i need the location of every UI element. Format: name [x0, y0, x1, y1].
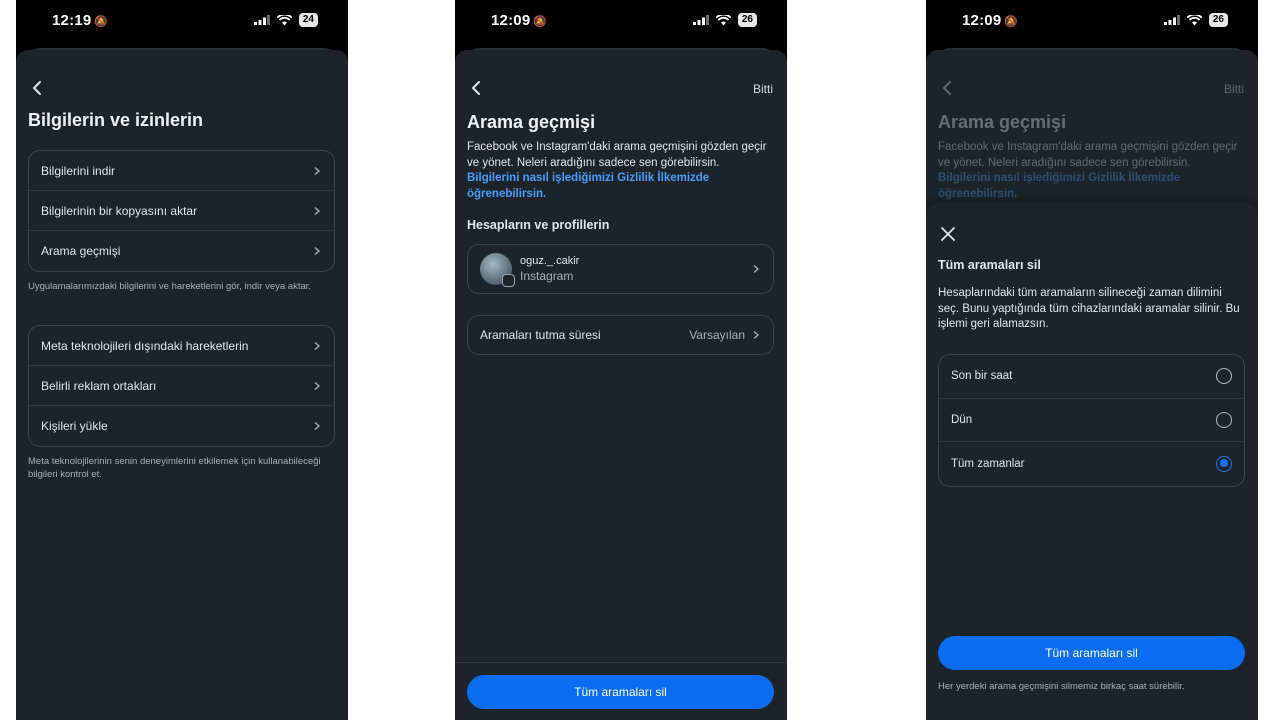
delete-all-searches-button[interactable]: Tüm aramaları sil [467, 675, 774, 709]
modal-title: Tüm aramaları sil [938, 258, 1041, 272]
privacy-policy-link: Bilgilerini nasıl işlediğimizi Gizlilik … [938, 172, 1181, 200]
page-title: Arama geçmişi [938, 112, 1067, 132]
time-range-options: Son bir saat Dün Tüm zamanlar [938, 354, 1245, 487]
status-time: 12:09 🔕 [962, 12, 1019, 29]
settings-sheet: Bilgilerin ve izinlerin Bilgilerini indi… [16, 50, 348, 720]
option-last-hour[interactable]: Son bir saat [939, 355, 1244, 399]
back-arrow-icon[interactable] [28, 78, 48, 98]
bottom-action-bar: Tüm aramaları sil [455, 662, 787, 720]
radio-button[interactable] [1216, 368, 1232, 385]
chevron-right-icon [314, 341, 320, 350]
chevron-right-icon [753, 265, 759, 273]
battery-indicator: 24 [298, 13, 318, 27]
account-name: oguz._.cakir [520, 255, 580, 267]
phone-screen-delete-dialog: 12:09 🔕 26 Bitti Arama geçmişi Facebook v… [926, 0, 1258, 720]
mute-bell-icon: 🔕 [533, 16, 548, 28]
status-time: 12:09 🔕 [491, 12, 548, 29]
data-settings-group: Bilgilerini indir Bilgilerinin bir kopya… [28, 150, 335, 272]
menu-item-download-info[interactable]: Bilgilerini indir [29, 151, 334, 191]
group-note: Meta teknolojilerinin senin deneyimlerin… [28, 456, 321, 480]
chevron-right-icon [314, 381, 320, 390]
status-time: 12:19 🔕 [52, 12, 109, 29]
menu-item-ad-partners[interactable]: Belirli reklam ortakları [29, 366, 334, 406]
signal-icon [692, 15, 709, 25]
privacy-policy-link[interactable]: Bilgilerini nasıl işlediğimizi Gizlilik … [467, 171, 773, 202]
meta-settings-group: Meta teknolojileri dışındaki hareketleri… [28, 325, 335, 447]
menu-item-off-meta-activity[interactable]: Meta teknolojileri dışındaki hareketleri… [29, 326, 334, 366]
modal-description: Hesaplarındaki tüm aramaların silineceği… [938, 287, 1240, 330]
back-arrow-icon[interactable] [467, 78, 487, 98]
battery-indicator: 26 [737, 13, 757, 27]
wifi-icon [276, 14, 292, 25]
avatar [480, 253, 515, 287]
retention-label: Aramaları tutma süresi [480, 328, 601, 342]
option-yesterday[interactable]: Dün [939, 399, 1244, 442]
phone-screen-info-permissions: 12:19 🔕 24 Bilgilerin ve izinlerin Bilgil… [16, 0, 348, 720]
group-note: Uygulamalarımızdaki bilgilerini ve harek… [28, 281, 312, 292]
chevron-right-icon [314, 422, 320, 430]
menu-item-search-history[interactable]: Arama geçmişi [29, 231, 334, 271]
signal-icon [253, 15, 270, 25]
delete-searches-modal: Tüm aramaları sil Hesaplarındaki tüm ara… [926, 202, 1258, 720]
chevron-right-icon [314, 247, 320, 255]
delete-all-searches-button[interactable]: Tüm aramaları sil [938, 636, 1245, 670]
chevron-right-icon [314, 166, 320, 175]
status-bar: 12:19 🔕 24 [16, 0, 348, 44]
chevron-right-icon [753, 331, 759, 339]
done-button: Bitti [1223, 82, 1244, 96]
radio-button-selected[interactable] [1216, 455, 1232, 472]
option-all-time[interactable]: Tüm zamanlar [939, 442, 1244, 486]
section-heading: Hesapların ve profillerin [467, 218, 610, 232]
back-arrow-icon [943, 81, 951, 95]
done-button[interactable]: Bitti [753, 82, 773, 96]
mute-bell-icon: 🔕 [1004, 16, 1019, 28]
menu-item-transfer-copy[interactable]: Bilgilerinin bir kopyasını aktar [29, 191, 334, 231]
footnote: Her yerdeki arama geçmişini silmemiz bir… [938, 681, 1185, 692]
account-row[interactable]: oguz._.cakir Instagram [467, 244, 774, 294]
retention-value: Varsayılan [689, 328, 745, 342]
radio-button[interactable] [1216, 411, 1232, 428]
page-title: Bilgilerin ve izinlerin [28, 110, 204, 130]
description: Facebook ve Instagram'daki arama geçmişi… [467, 140, 773, 202]
battery-indicator: 26 [1208, 13, 1228, 27]
account-platform: Instagram [520, 269, 574, 283]
instagram-icon [502, 274, 515, 287]
chevron-right-icon [314, 206, 320, 215]
page-title: Arama geçmişi [467, 112, 596, 132]
mute-bell-icon: 🔕 [94, 16, 109, 28]
close-icon[interactable] [938, 224, 958, 244]
search-history-sheet: Bitti Arama geçmişi Facebook ve Instagra… [455, 50, 787, 720]
menu-item-upload-contacts[interactable]: Kişileri yükle [29, 406, 334, 446]
signal-icon [1163, 15, 1180, 25]
retention-row[interactable]: Aramaları tutma süresi Varsayılan [467, 315, 774, 355]
status-bar: 12:09 🔕 26 [455, 0, 787, 44]
wifi-icon [1186, 14, 1202, 25]
status-bar: 12:09 🔕 26 [926, 0, 1258, 44]
phone-screen-search-history: 12:09 🔕 26 Bitti Arama geçmişi Facebook v… [455, 0, 787, 720]
description: Facebook ve Instagram'daki arama geçmişi… [938, 140, 1244, 202]
wifi-icon [715, 14, 731, 25]
